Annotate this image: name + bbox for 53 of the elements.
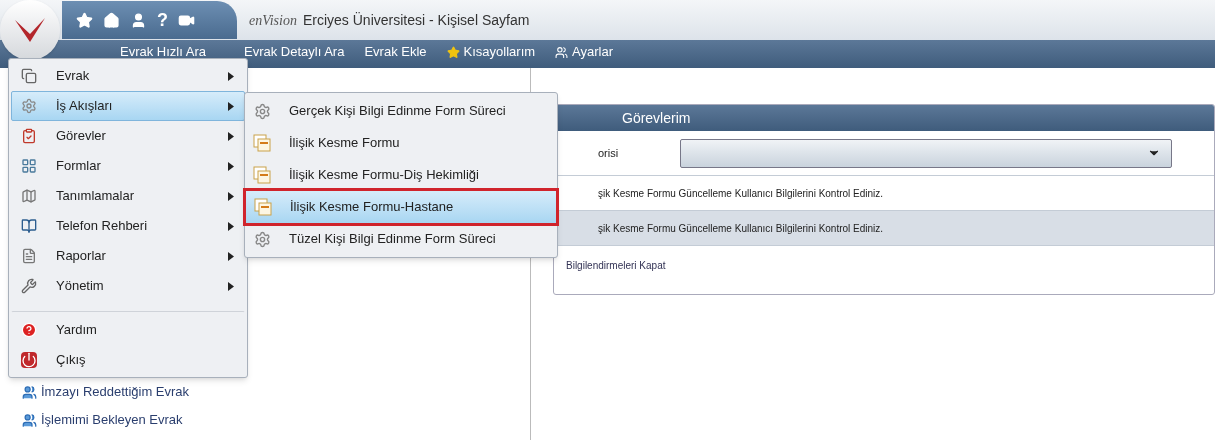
folder-link[interactable]: İşlemimi Bekleyen Evrak xyxy=(22,406,530,434)
star-icon[interactable] xyxy=(76,11,93,29)
submenu-item[interactable]: Gerçek Kişi Bilgi Edinme Form Süreci xyxy=(245,95,557,127)
menu-item[interactable]: Formlar xyxy=(11,151,245,181)
submenu-arrow-icon xyxy=(228,101,234,111)
power-icon xyxy=(21,352,37,368)
menu-item[interactable]: Tanımlamalar xyxy=(11,181,245,211)
gear-icon xyxy=(253,102,271,120)
submenu-item[interactable]: Tüzel Kişi Bilgi Edinme Form Süreci xyxy=(245,223,557,255)
submenu-item[interactable]: İlişik Kesme Formu xyxy=(245,127,557,159)
category-dropdown[interactable] xyxy=(680,138,1172,168)
menu-item[interactable]: Görevler xyxy=(11,121,245,151)
document-icon xyxy=(21,248,37,264)
clipboard-icon xyxy=(21,128,37,144)
submenu-item[interactable]: İlişik Kesme Formu-Hastane xyxy=(246,191,556,223)
submenu-arrow-icon xyxy=(228,161,234,171)
book-icon xyxy=(21,218,37,234)
nav-link[interactable]: Evrak Detaylı Ara xyxy=(243,45,345,59)
menu-item[interactable]: Yardım xyxy=(11,311,245,345)
menu-item[interactable]: Telefon Rehberi xyxy=(11,211,245,241)
submenu-arrow-icon xyxy=(228,281,234,291)
star-icon xyxy=(446,45,460,59)
people-icon xyxy=(22,412,37,428)
submenu-arrow-icon xyxy=(228,191,234,201)
filter-label: orisi xyxy=(598,145,620,161)
submenu-arrow-icon xyxy=(228,71,234,81)
nav-link[interactable]: Evrak Ekle xyxy=(364,45,427,59)
nav-link[interactable]: Evrak Hızlı Ara xyxy=(120,45,206,59)
gear-icon xyxy=(253,230,271,248)
person-icon[interactable] xyxy=(130,11,147,29)
people-icon xyxy=(555,45,569,59)
home-icon[interactable] xyxy=(103,11,120,29)
nav-link[interactable]: Kısayollarım xyxy=(446,45,536,59)
pages-icon xyxy=(21,68,37,84)
help-button[interactable]: ? xyxy=(157,6,168,34)
help-icon xyxy=(21,322,37,338)
close-notifications-link[interactable]: Bilgilendirmeleri Kapat xyxy=(566,258,666,273)
window-title: Erciyes Üniversitesi - Kişisel Sayfam xyxy=(302,10,530,30)
menu-item[interactable]: Yönetim xyxy=(11,271,245,301)
menu-item[interactable]: Çıkış xyxy=(11,345,245,375)
nav-link[interactable]: Ayarlar xyxy=(555,45,614,59)
folder-link[interactable]: İmzayı Reddettiğim Evrak xyxy=(22,378,530,406)
map-icon xyxy=(21,188,37,204)
menu-item[interactable]: Raporlar xyxy=(11,241,245,271)
menu-item[interactable]: Evrak xyxy=(11,61,245,91)
submenu-arrow-icon xyxy=(228,221,234,231)
submenu-item[interactable]: İlişik Kesme Formu-Diş Hekimliği xyxy=(245,159,557,191)
submenu-arrow-icon xyxy=(228,131,234,141)
menu-item[interactable]: İş Akışları xyxy=(11,91,245,121)
logo: enVision xyxy=(249,11,297,30)
submenu-arrow-icon xyxy=(228,251,234,261)
tools-icon xyxy=(21,278,37,294)
people-icon xyxy=(22,384,37,400)
